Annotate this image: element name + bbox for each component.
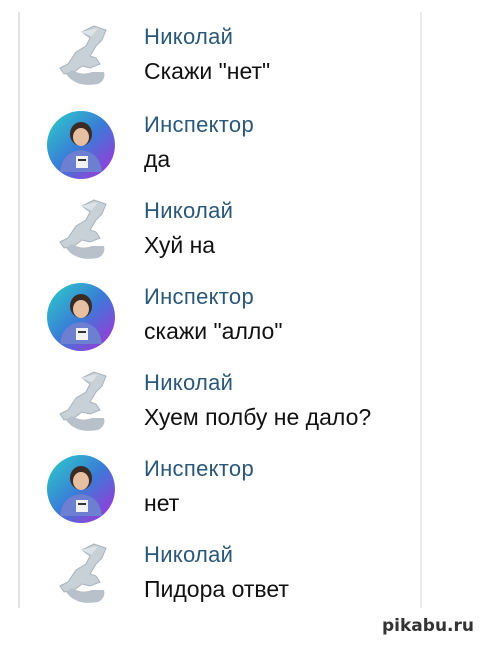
inspector-avatar[interactable] xyxy=(46,454,116,524)
left-divider xyxy=(18,12,20,608)
axe-statue-icon[interactable] xyxy=(46,540,116,610)
message-text: нет xyxy=(144,490,180,516)
author-name[interactable]: Инспектор xyxy=(144,456,254,482)
author-name[interactable]: Николай xyxy=(144,370,233,396)
inspector-avatar[interactable] xyxy=(46,282,116,352)
author-name[interactable]: Инспектор xyxy=(144,112,254,138)
message-text: Хуем полбу не дало? xyxy=(144,404,372,430)
inspector-avatar[interactable] xyxy=(46,110,116,180)
axe-statue-icon[interactable] xyxy=(46,22,116,92)
axe-statue-icon[interactable] xyxy=(46,196,116,266)
author-name[interactable]: Инспектор xyxy=(144,284,254,310)
message-item: Инспектор да xyxy=(44,110,444,196)
author-name[interactable]: Николай xyxy=(144,198,233,224)
message-item: Инспектор скажи "алло" xyxy=(44,282,444,368)
message-text: да xyxy=(144,146,171,172)
pikabu-watermark: pikabu.ru xyxy=(382,616,474,636)
axe-statue-icon[interactable] xyxy=(46,368,116,438)
chat-window: Николай Скажи "нет" Инспектор да Николай… xyxy=(0,0,482,648)
message-item: Николай Хуем полбу не дало? xyxy=(44,368,444,454)
message-text: Пидора ответ xyxy=(144,576,289,602)
message-text: Скажи "нет" xyxy=(144,58,271,84)
message-item: Николай Хуй на xyxy=(44,196,444,282)
message-text: скажи "алло" xyxy=(144,318,283,344)
author-name[interactable]: Николай xyxy=(144,542,233,568)
message-item: Николай Пидора ответ xyxy=(44,540,444,626)
message-item: Инспектор нет xyxy=(44,454,444,540)
author-name[interactable]: Николай xyxy=(144,24,233,50)
message-text: Хуй на xyxy=(144,232,216,258)
message-item: Николай Скажи "нет" xyxy=(44,22,444,108)
